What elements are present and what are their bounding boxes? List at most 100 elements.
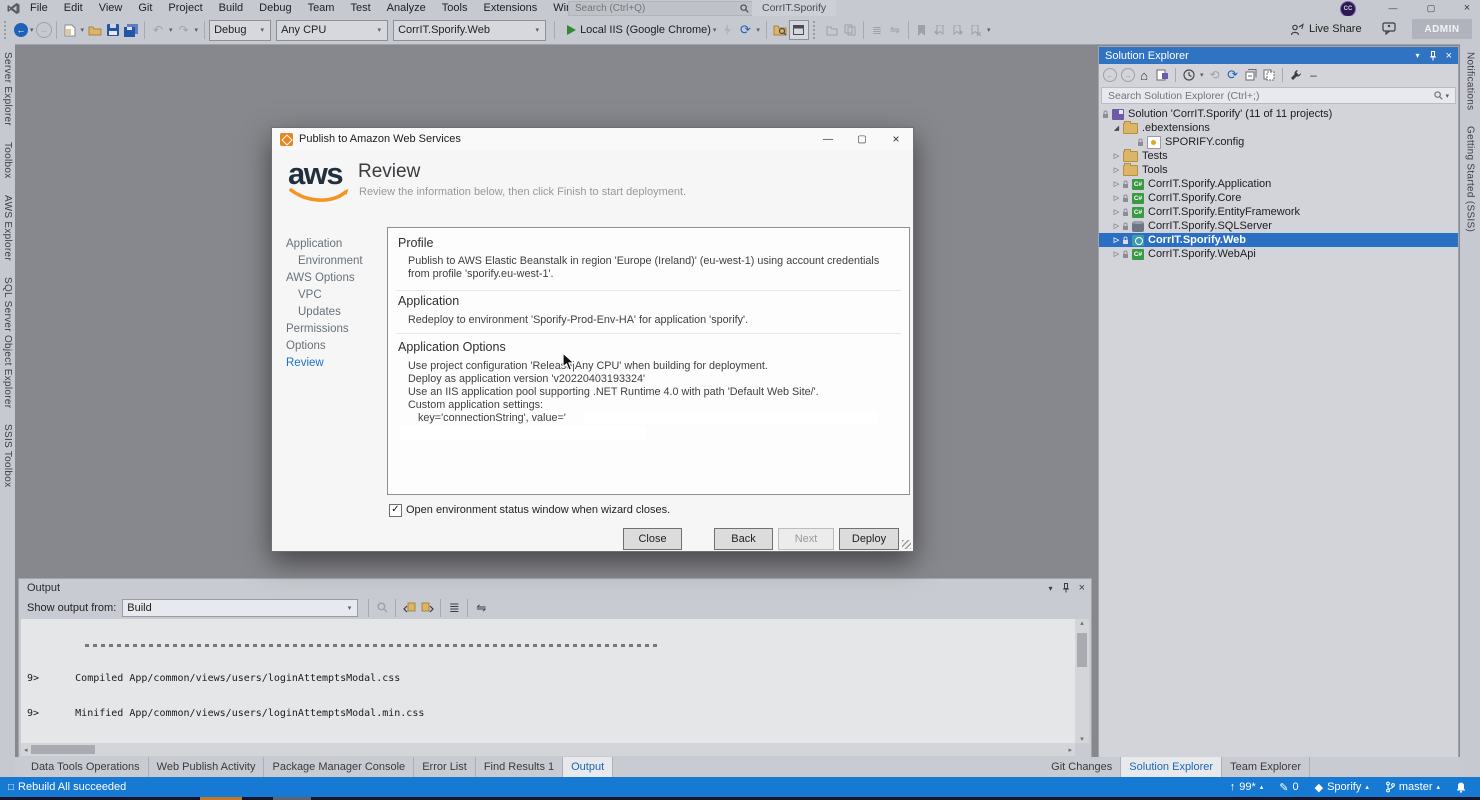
menu-file[interactable]: File	[22, 0, 56, 16]
pin-icon[interactable]	[1062, 583, 1070, 593]
scrollbar-thumb[interactable]	[31, 745, 95, 754]
nav-environment[interactable]: Environment	[298, 255, 382, 267]
git-push-indicator[interactable]: ↑ 99* ▴	[1230, 781, 1264, 793]
tab-ssis-toolbox[interactable]: SSIS Toolbox	[2, 424, 13, 487]
close-icon[interactable]: ×	[1079, 582, 1085, 594]
output-horizontal-scrollbar[interactable]: ◂ ▸	[21, 743, 1075, 756]
find-in-files-icon[interactable]	[771, 21, 789, 39]
ide-preview-icon[interactable]	[789, 20, 809, 40]
pending-edits-indicator[interactable]: ✎ 0	[1279, 781, 1298, 794]
chevron-down-icon[interactable]: ▾	[713, 26, 717, 34]
dialog-titlebar[interactable]: Publish to Amazon Web Services — ▢ ×	[272, 128, 913, 150]
notifications-bell-icon[interactable]	[1456, 782, 1466, 793]
chevron-down-icon[interactable]: ▾	[30, 26, 34, 34]
close-button[interactable]: ×	[1452, 0, 1480, 16]
quick-search[interactable]	[568, 1, 754, 16]
nav-application[interactable]: Application	[286, 238, 382, 250]
collapsed-icon[interactable]: ▷	[1111, 180, 1122, 188]
solution-search[interactable]: ▾	[1101, 87, 1456, 104]
tab-team-explorer[interactable]: Team Explorer	[1222, 757, 1310, 777]
dialog-minimize-button[interactable]: —	[811, 128, 845, 150]
chevron-down-icon[interactable]: ▾	[756, 26, 760, 34]
menu-test[interactable]: Test	[342, 0, 378, 16]
se-refresh-icon[interactable]: ⟳	[1224, 66, 1242, 84]
menu-extensions[interactable]: Extensions	[475, 0, 545, 16]
menu-team[interactable]: Team	[300, 0, 343, 16]
scroll-left-icon[interactable]: ◂	[21, 746, 31, 754]
output-vertical-scrollbar[interactable]: ▴ ▾	[1075, 619, 1089, 743]
run-target-label[interactable]: Local IIS (Google Chrome)	[580, 24, 711, 36]
tab-git-changes[interactable]: Git Changes	[1043, 757, 1121, 777]
menu-analyze[interactable]: Analyze	[379, 0, 434, 16]
collapsed-icon[interactable]: ▷	[1111, 166, 1122, 174]
clear-all-icon[interactable]: ≣	[445, 599, 463, 617]
chevron-down-icon[interactable]: ▾	[81, 26, 85, 34]
platform-dropdown[interactable]: Any CPU▾	[276, 20, 388, 41]
chevron-down-icon[interactable]: ▾	[1200, 71, 1204, 79]
navigate-forward-icon[interactable]: →	[36, 22, 52, 38]
dialog-resize-grip[interactable]	[902, 540, 911, 549]
toolbar-overflow-icon[interactable]: ▾	[987, 26, 991, 34]
back-button[interactable]: Back	[714, 528, 773, 550]
collapsed-icon[interactable]: ▷	[1111, 236, 1122, 244]
dialog-maximize-button[interactable]: ▢	[845, 128, 879, 150]
menu-project[interactable]: Project	[160, 0, 210, 16]
navigate-back-icon[interactable]: ←	[14, 23, 28, 37]
scrollbar-thumb[interactable]	[1077, 633, 1087, 667]
menu-git[interactable]: Git	[130, 0, 160, 16]
home-icon[interactable]: ⌂	[1135, 66, 1153, 84]
tree-item-sqlserver-project[interactable]: ▷ CorrIT.Sporify.SQLServer	[1099, 219, 1458, 233]
tree-item-tools[interactable]: ▷ Tools	[1099, 163, 1458, 177]
configuration-dropdown[interactable]: Debug▾	[209, 20, 271, 41]
output-titlebar[interactable]: Output ▾ ×	[19, 579, 1091, 597]
feedback-icon[interactable]	[1382, 22, 1396, 35]
close-dialog-button[interactable]: Close	[623, 528, 682, 550]
expanded-icon[interactable]: ◢	[1111, 124, 1122, 132]
tree-item-tests[interactable]: ▷ Tests	[1099, 149, 1458, 163]
scroll-right-icon[interactable]: ▸	[1065, 746, 1075, 754]
open-status-checkbox[interactable]: ✓	[389, 504, 402, 517]
collapsed-icon[interactable]: ▷	[1111, 152, 1122, 160]
word-wrap-icon[interactable]: ⇋	[472, 599, 490, 617]
window-position-icon[interactable]: ▾	[1049, 584, 1053, 593]
output-source-dropdown[interactable]: Build ▾	[122, 599, 358, 617]
save-icon[interactable]	[104, 21, 122, 39]
account-avatar[interactable]: CC	[1340, 1, 1356, 17]
tab-find-results-1[interactable]: Find Results 1	[476, 757, 563, 777]
startup-project-dropdown[interactable]: CorrIT.Sporify.Web▾	[393, 20, 546, 41]
repo-selector[interactable]: ◆ Sporify ▴	[1315, 781, 1369, 794]
tree-item-application-project[interactable]: ▷ C# CorrIT.Sporify.Application	[1099, 177, 1458, 191]
collapsed-icon[interactable]: ▷	[1111, 222, 1122, 230]
dialog-close-button[interactable]: ×	[879, 128, 913, 150]
next-message-icon[interactable]	[418, 599, 436, 617]
nav-aws-options[interactable]: AWS Options	[286, 272, 382, 284]
tree-item-solution[interactable]: Solution 'CorrIT.Sporify' (11 of 11 proj…	[1099, 107, 1458, 121]
tab-data-tools-operations[interactable]: Data Tools Operations	[23, 757, 149, 777]
live-share[interactable]: Live Share	[1290, 19, 1362, 39]
start-debug-icon[interactable]	[567, 25, 576, 35]
branch-selector[interactable]: master ▴	[1385, 781, 1440, 793]
menu-build[interactable]: Build	[211, 0, 251, 16]
tree-item-web-project-selected[interactable]: ▷ CorrIT.Sporify.Web	[1099, 233, 1458, 247]
chevron-down-icon[interactable]: ▾	[1445, 92, 1449, 100]
nav-review[interactable]: Review	[286, 357, 382, 369]
preview-selected-icon[interactable]: –	[1305, 66, 1323, 84]
tree-item-ebextensions[interactable]: ◢ .ebextensions	[1099, 121, 1458, 135]
nav-updates[interactable]: Updates	[298, 306, 382, 318]
deploy-button[interactable]: Deploy	[839, 528, 899, 550]
menu-edit[interactable]: Edit	[56, 0, 91, 16]
pin-icon[interactable]	[1429, 51, 1437, 61]
collapsed-icon[interactable]: ▷	[1111, 194, 1122, 202]
refresh-icon[interactable]: ⟳	[736, 21, 754, 39]
open-file-icon[interactable]	[86, 21, 104, 39]
menu-view[interactable]: View	[91, 0, 131, 16]
tree-item-sporify-config[interactable]: SPORIFY.config	[1099, 135, 1458, 149]
toolbar-grip[interactable]	[813, 21, 819, 39]
tab-solution-explorer[interactable]: Solution Explorer	[1121, 757, 1222, 777]
collapse-all-icon[interactable]	[1242, 66, 1260, 84]
solution-search-input[interactable]	[1106, 89, 1434, 103]
tree-item-core-project[interactable]: ▷ C# CorrIT.Sporify.Core	[1099, 191, 1458, 205]
scroll-down-icon[interactable]: ▾	[1075, 735, 1089, 743]
tab-error-list[interactable]: Error List	[414, 757, 476, 777]
nav-permissions[interactable]: Permissions	[286, 323, 382, 335]
